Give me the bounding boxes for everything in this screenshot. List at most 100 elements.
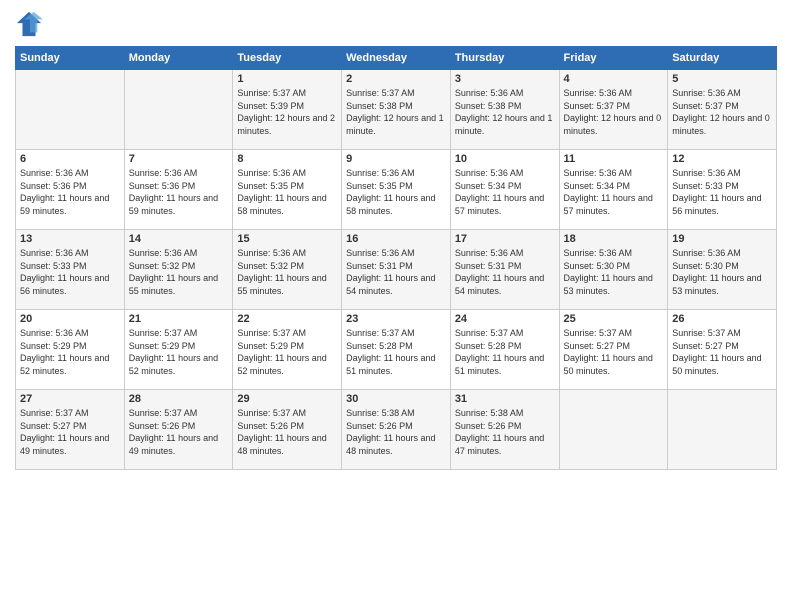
day-number: 7 xyxy=(129,153,229,165)
calendar-header: SundayMondayTuesdayWednesdayThursdayFrid… xyxy=(16,47,777,70)
day-number: 12 xyxy=(672,153,772,165)
calendar-body: 1Sunrise: 5:37 AMSunset: 5:39 PMDaylight… xyxy=(16,70,777,470)
calendar-cell: 31 Sunrise: 5:38 AMSunset: 5:26 PMDayligh… xyxy=(450,390,559,470)
calendar-cell: 4Sunrise: 5:36 AMSunset: 5:37 PMDaylight… xyxy=(559,70,668,150)
day-number: 29 xyxy=(237,393,337,405)
day-info: Sunrise: 5:36 AMSunset: 5:33 PMDaylight:… xyxy=(672,167,772,217)
calendar-week-4: 20 Sunrise: 5:36 AMSunset: 5:29 PMDayligh… xyxy=(16,310,777,390)
day-info: Sunrise: 5:37 AMSunset: 5:27 PMDaylight:… xyxy=(672,327,772,377)
calendar-cell: 6 Sunrise: 5:36 AMSunset: 5:36 PMDaylight… xyxy=(16,150,125,230)
day-info: Sunrise: 5:37 AMSunset: 5:26 PMDaylight:… xyxy=(129,407,229,457)
page: SundayMondayTuesdayWednesdayThursdayFrid… xyxy=(0,0,792,612)
day-number: 3 xyxy=(455,73,555,85)
calendar-week-1: 1Sunrise: 5:37 AMSunset: 5:39 PMDaylight… xyxy=(16,70,777,150)
calendar-cell: 1Sunrise: 5:37 AMSunset: 5:39 PMDaylight… xyxy=(233,70,342,150)
day-number: 26 xyxy=(672,313,772,325)
day-number: 31 xyxy=(455,393,555,405)
day-info: Sunrise: 5:37 AMSunset: 5:28 PMDaylight:… xyxy=(346,327,446,377)
day-number: 15 xyxy=(237,233,337,245)
day-info: Sunrise: 5:36 AMSunset: 5:34 PMDaylight:… xyxy=(455,167,555,217)
calendar-cell: 9 Sunrise: 5:36 AMSunset: 5:35 PMDaylight… xyxy=(342,150,451,230)
day-number: 6 xyxy=(20,153,120,165)
day-number: 22 xyxy=(237,313,337,325)
calendar-cell: 8Sunrise: 5:36 AMSunset: 5:35 PMDaylight… xyxy=(233,150,342,230)
calendar-cell: 19Sunrise: 5:36 AMSunset: 5:30 PMDayligh… xyxy=(668,230,777,310)
calendar-cell: 10 Sunrise: 5:36 AMSunset: 5:34 PMDayligh… xyxy=(450,150,559,230)
calendar-cell: 17 Sunrise: 5:36 AMSunset: 5:31 PMDayligh… xyxy=(450,230,559,310)
day-info: Sunrise: 5:37 AMSunset: 5:38 PMDaylight:… xyxy=(346,87,446,137)
calendar-cell: 20 Sunrise: 5:36 AMSunset: 5:29 PMDayligh… xyxy=(16,310,125,390)
day-info: Sunrise: 5:36 AMSunset: 5:29 PMDaylight:… xyxy=(20,327,120,377)
day-number: 20 xyxy=(20,313,120,325)
day-info: Sunrise: 5:36 AMSunset: 5:33 PMDaylight:… xyxy=(20,247,120,297)
calendar-cell: 7 Sunrise: 5:36 AMSunset: 5:36 PMDaylight… xyxy=(124,150,233,230)
calendar-cell: 15 Sunrise: 5:36 AMSunset: 5:32 PMDayligh… xyxy=(233,230,342,310)
day-info: Sunrise: 5:36 AMSunset: 5:35 PMDaylight:… xyxy=(237,167,337,217)
calendar-cell: 24 Sunrise: 5:37 AMSunset: 5:28 PMDayligh… xyxy=(450,310,559,390)
day-number: 24 xyxy=(455,313,555,325)
weekday-header-sunday: Sunday xyxy=(16,47,125,70)
day-info: Sunrise: 5:37 AMSunset: 5:29 PMDaylight:… xyxy=(129,327,229,377)
day-number: 13 xyxy=(20,233,120,245)
calendar-week-3: 13 Sunrise: 5:36 AMSunset: 5:33 PMDayligh… xyxy=(16,230,777,310)
logo-icon xyxy=(15,10,43,38)
day-info: Sunrise: 5:38 AMSunset: 5:26 PMDaylight:… xyxy=(346,407,446,457)
day-info: Sunrise: 5:36 AMSunset: 5:32 PMDaylight:… xyxy=(237,247,337,297)
day-number: 27 xyxy=(20,393,120,405)
weekday-header-wednesday: Wednesday xyxy=(342,47,451,70)
day-info: Sunrise: 5:36 AMSunset: 5:30 PMDaylight:… xyxy=(672,247,772,297)
day-info: Sunrise: 5:37 AMSunset: 5:28 PMDaylight:… xyxy=(455,327,555,377)
day-info: Sunrise: 5:36 AMSunset: 5:35 PMDaylight:… xyxy=(346,167,446,217)
day-info: Sunrise: 5:38 AMSunset: 5:26 PMDaylight:… xyxy=(455,407,555,457)
weekday-header-thursday: Thursday xyxy=(450,47,559,70)
header xyxy=(15,10,777,38)
weekday-header-tuesday: Tuesday xyxy=(233,47,342,70)
day-info: Sunrise: 5:37 AMSunset: 5:26 PMDaylight:… xyxy=(237,407,337,457)
day-info: Sunrise: 5:36 AMSunset: 5:31 PMDaylight:… xyxy=(455,247,555,297)
day-number: 21 xyxy=(129,313,229,325)
day-info: Sunrise: 5:37 AMSunset: 5:27 PMDaylight:… xyxy=(20,407,120,457)
weekday-header-saturday: Saturday xyxy=(668,47,777,70)
calendar-cell: 5 Sunrise: 5:36 AMSunset: 5:37 PMDaylight… xyxy=(668,70,777,150)
day-info: Sunrise: 5:36 AMSunset: 5:32 PMDaylight:… xyxy=(129,247,229,297)
weekday-header-row: SundayMondayTuesdayWednesdayThursdayFrid… xyxy=(16,47,777,70)
day-number: 17 xyxy=(455,233,555,245)
calendar-cell: 30 Sunrise: 5:38 AMSunset: 5:26 PMDayligh… xyxy=(342,390,451,470)
calendar-cell xyxy=(16,70,125,150)
day-number: 9 xyxy=(346,153,446,165)
day-info: Sunrise: 5:36 AMSunset: 5:36 PMDaylight:… xyxy=(20,167,120,217)
day-number: 11 xyxy=(564,153,664,165)
day-number: 10 xyxy=(455,153,555,165)
day-info: Sunrise: 5:36 AMSunset: 5:36 PMDaylight:… xyxy=(129,167,229,217)
calendar-cell xyxy=(124,70,233,150)
day-info: Sunrise: 5:37 AMSunset: 5:27 PMDaylight:… xyxy=(564,327,664,377)
logo xyxy=(15,10,47,38)
weekday-header-friday: Friday xyxy=(559,47,668,70)
day-number: 14 xyxy=(129,233,229,245)
calendar-cell: 12 Sunrise: 5:36 AMSunset: 5:33 PMDayligh… xyxy=(668,150,777,230)
day-number: 5 xyxy=(672,73,772,85)
calendar-cell: 23 Sunrise: 5:37 AMSunset: 5:28 PMDayligh… xyxy=(342,310,451,390)
day-info: Sunrise: 5:36 AMSunset: 5:34 PMDaylight:… xyxy=(564,167,664,217)
day-info: Sunrise: 5:36 AMSunset: 5:37 PMDaylight:… xyxy=(672,87,772,137)
calendar-cell xyxy=(559,390,668,470)
calendar-cell: 11 Sunrise: 5:36 AMSunset: 5:34 PMDayligh… xyxy=(559,150,668,230)
calendar-table: SundayMondayTuesdayWednesdayThursdayFrid… xyxy=(15,46,777,470)
day-number: 28 xyxy=(129,393,229,405)
day-number: 25 xyxy=(564,313,664,325)
calendar-cell: 16Sunrise: 5:36 AMSunset: 5:31 PMDayligh… xyxy=(342,230,451,310)
calendar-cell: 14 Sunrise: 5:36 AMSunset: 5:32 PMDayligh… xyxy=(124,230,233,310)
day-info: Sunrise: 5:36 AMSunset: 5:37 PMDaylight:… xyxy=(564,87,664,137)
calendar-cell: 22 Sunrise: 5:37 AMSunset: 5:29 PMDayligh… xyxy=(233,310,342,390)
calendar-cell: 28 Sunrise: 5:37 AMSunset: 5:26 PMDayligh… xyxy=(124,390,233,470)
calendar-cell xyxy=(668,390,777,470)
day-number: 23 xyxy=(346,313,446,325)
calendar-cell: 21 Sunrise: 5:37 AMSunset: 5:29 PMDayligh… xyxy=(124,310,233,390)
day-info: Sunrise: 5:37 AMSunset: 5:29 PMDaylight:… xyxy=(237,327,337,377)
day-number: 30 xyxy=(346,393,446,405)
day-info: Sunrise: 5:37 AMSunset: 5:39 PMDaylight:… xyxy=(237,87,337,137)
day-info: Sunrise: 5:36 AMSunset: 5:30 PMDaylight:… xyxy=(564,247,664,297)
day-info: Sunrise: 5:36 AMSunset: 5:38 PMDaylight:… xyxy=(455,87,555,137)
day-number: 18 xyxy=(564,233,664,245)
day-number: 16 xyxy=(346,233,446,245)
